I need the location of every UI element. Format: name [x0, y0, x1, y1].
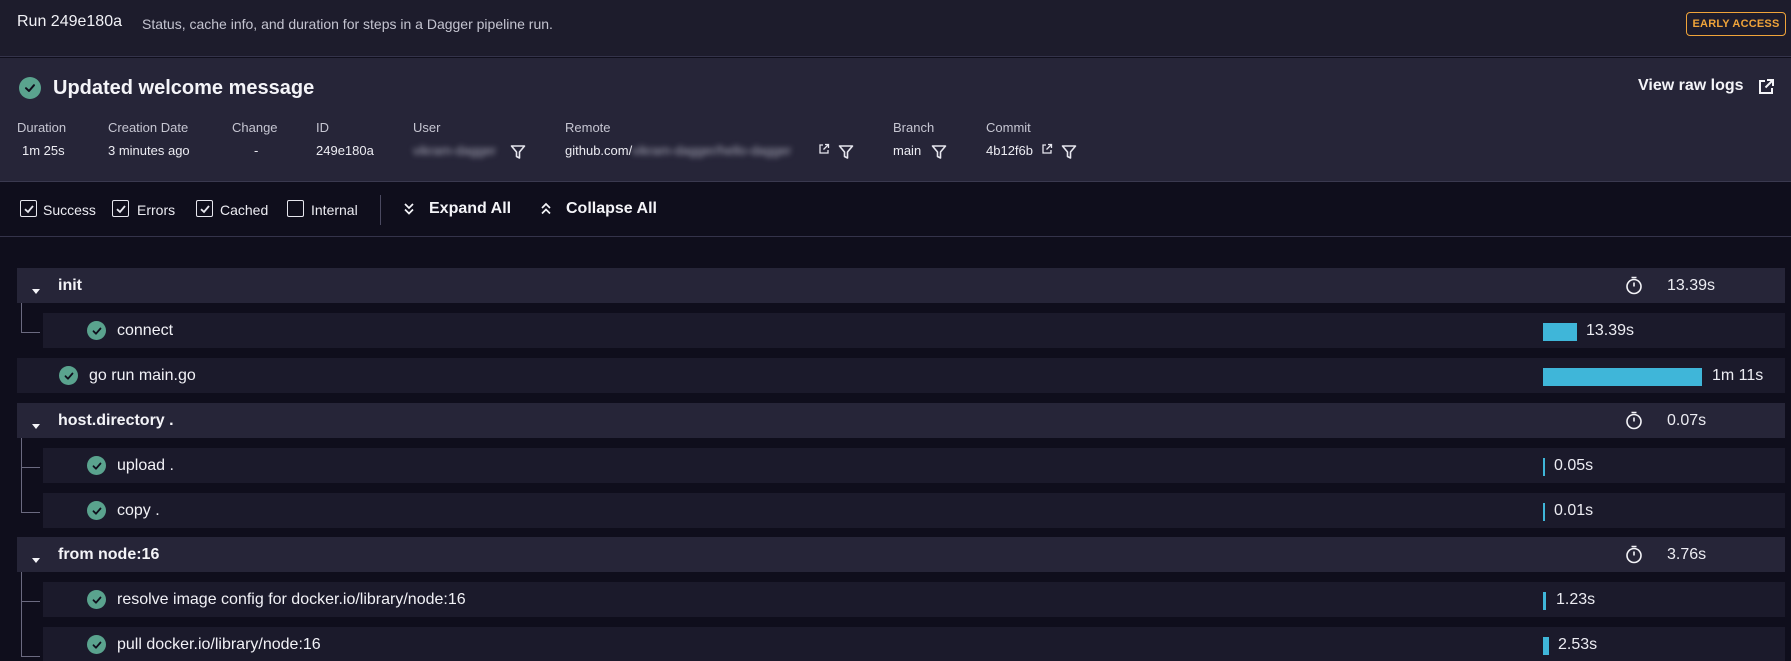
remote-value[interactable]: github.com/vikram-dagger/hello-dagger — [565, 143, 808, 158]
filter-toolbar: Success Errors Cached Internal Expand Al… — [0, 183, 1791, 237]
step-duration: 1m 11s — [1712, 367, 1764, 384]
step-duration: 13.39s — [1586, 322, 1635, 339]
run-description: Status, cache info, and duration for ste… — [142, 16, 553, 32]
step-label: upload . — [117, 457, 174, 474]
duration-bar — [1543, 323, 1577, 341]
creation-date-value: 3 minutes ago — [108, 143, 190, 158]
filter-user-icon[interactable] — [510, 144, 526, 165]
check-circle-icon — [59, 366, 78, 385]
internal-checkbox[interactable] — [287, 200, 304, 217]
commit-label: Commit — [986, 120, 1031, 135]
creation-date-label: Creation Date — [108, 120, 189, 135]
step-label: resolve image config for docker.io/libra… — [117, 591, 466, 608]
tree-connector — [21, 572, 40, 602]
group-duration: 3.76s — [1667, 546, 1707, 563]
top-bar: Run 249e180a Status, cache info, and dur… — [0, 0, 1791, 57]
success-label: Success — [43, 202, 96, 218]
change-label: Change — [232, 120, 278, 135]
check-circle-icon — [87, 635, 106, 654]
check-circle-icon — [87, 501, 106, 520]
group-duration: 13.39s — [1667, 277, 1716, 294]
errors-checkbox[interactable] — [112, 200, 129, 217]
internal-label: Internal — [311, 202, 358, 218]
step-group-init[interactable]: init 13.39s — [17, 268, 1785, 303]
step-label: pull docker.io/library/node:16 — [117, 636, 321, 653]
run-title: Run 249e180a — [17, 13, 122, 30]
success-checkbox[interactable] — [20, 200, 37, 217]
tree-connector — [21, 303, 40, 333]
stopwatch-icon — [1625, 276, 1643, 300]
step-duration: 0.05s — [1554, 457, 1594, 474]
branch-label: Branch — [893, 120, 935, 135]
remote-label: Remote — [565, 120, 611, 135]
caret-down-icon[interactable] — [31, 551, 41, 569]
step-group-from-node[interactable]: from node:16 3.76s — [17, 537, 1785, 572]
filter-remote-icon[interactable] — [838, 144, 854, 165]
step-go-run-main[interactable]: go run main.go 1m 11s — [17, 358, 1785, 393]
step-label: go run main.go — [89, 367, 196, 384]
stopwatch-icon — [1625, 545, 1643, 569]
filter-commit-icon[interactable] — [1061, 144, 1077, 165]
step-label: connect — [117, 322, 174, 339]
step-resolve-image-config[interactable]: resolve image config for docker.io/libra… — [43, 582, 1785, 617]
user-value: vikram-dagger — [413, 143, 497, 158]
duration-bar — [1543, 592, 1546, 610]
group-duration: 0.07s — [1667, 412, 1707, 429]
step-connect[interactable]: connect 13.39s — [43, 313, 1785, 348]
id-value: 249e180a — [316, 143, 374, 158]
group-label: from node:16 — [58, 546, 160, 563]
commit-value[interactable]: 4b12f6b — [986, 143, 1033, 158]
duration-label: Duration — [17, 120, 67, 135]
view-raw-logs-link[interactable]: View raw logs — [1638, 77, 1744, 95]
group-label: host.directory . — [58, 412, 174, 429]
cached-checkbox[interactable] — [196, 200, 213, 217]
step-pull-node[interactable]: pull docker.io/library/node:16 2.53s — [43, 627, 1785, 661]
stopwatch-icon — [1625, 411, 1643, 435]
group-label: init — [58, 277, 82, 294]
step-copy[interactable]: copy . 0.01s — [43, 493, 1785, 528]
step-duration: 0.01s — [1554, 502, 1594, 519]
step-duration: 1.23s — [1556, 591, 1596, 608]
chevrons-down-icon[interactable] — [403, 202, 415, 221]
branch-value: main — [893, 143, 922, 158]
change-value: - — [254, 143, 259, 158]
run-header: Updated welcome message View raw logs Du… — [0, 58, 1791, 182]
tree-connector — [21, 438, 40, 468]
user-label: User — [413, 120, 441, 135]
duration-value: 1m 25s — [22, 143, 65, 158]
step-duration: 2.53s — [1558, 636, 1598, 653]
duration-bar — [1543, 503, 1545, 521]
early-access-badge: EARLY ACCESS — [1686, 12, 1786, 36]
external-link-icon[interactable] — [1041, 142, 1053, 160]
toolbar-divider — [380, 195, 381, 225]
duration-bar — [1543, 637, 1549, 655]
chevrons-up-icon[interactable] — [540, 202, 552, 221]
step-label: copy . — [117, 502, 160, 519]
check-circle-icon — [87, 590, 106, 609]
step-group-host-directory[interactable]: host.directory . 0.07s — [17, 403, 1785, 438]
errors-label: Errors — [137, 202, 176, 218]
duration-bar — [1543, 368, 1702, 386]
remote-prefix: github.com/ — [565, 143, 633, 158]
filter-branch-icon[interactable] — [931, 144, 947, 165]
pipeline-title: Updated welcome message — [53, 77, 315, 99]
caret-down-icon[interactable] — [31, 282, 41, 300]
expand-all-button[interactable]: Expand All — [429, 200, 511, 218]
duration-bar — [1543, 458, 1545, 476]
check-circle-icon — [87, 321, 106, 340]
cached-label: Cached — [220, 202, 269, 218]
external-link-icon[interactable] — [1757, 78, 1775, 101]
step-upload[interactable]: upload . 0.05s — [43, 448, 1785, 483]
remote-repo: vikram-dagger/hello-dagger — [632, 143, 792, 158]
external-link-icon[interactable] — [818, 142, 830, 160]
collapse-all-button[interactable]: Collapse All — [566, 200, 657, 218]
id-label: ID — [316, 120, 329, 135]
check-circle-icon — [87, 456, 106, 475]
check-circle-icon — [19, 77, 41, 99]
caret-down-icon[interactable] — [31, 417, 41, 435]
